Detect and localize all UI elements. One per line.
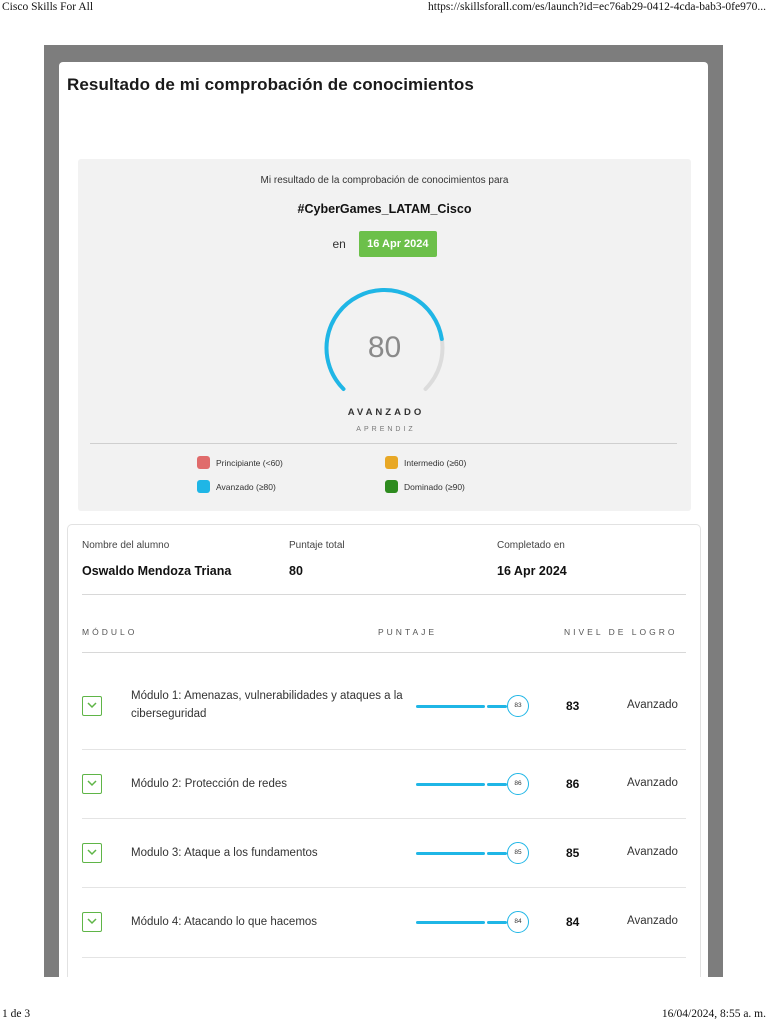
- score-bar-end: [487, 783, 507, 786]
- info-divider: [82, 594, 686, 595]
- module-row: Modulo 3: Ataque a los fundamentos 85 85…: [68, 819, 700, 888]
- legend-swatch-intermedio: [385, 456, 398, 469]
- legend-label: Intermedio (≥60): [404, 458, 467, 468]
- expand-button[interactable]: [82, 843, 102, 863]
- page-title-header: Cisco Skills For All: [2, 1, 94, 13]
- expand-button[interactable]: [82, 774, 102, 794]
- module-level: Avanzado: [627, 846, 678, 858]
- summary-intro: Mi resultado de la comprobación de conoc…: [260, 175, 509, 186]
- module-level: Avanzado: [627, 915, 678, 927]
- score-bar: [416, 921, 485, 924]
- total-score-value: 80: [289, 564, 303, 578]
- level-sublabel: APRENDIZ: [356, 426, 416, 433]
- score-bar-end: [487, 852, 507, 855]
- date-badge: 16 Apr 2024: [359, 231, 437, 257]
- legend-swatch-dominado: [385, 480, 398, 493]
- completed-label: Completado en: [497, 540, 565, 551]
- page-count: 1 de 3: [2, 1008, 31, 1020]
- score-circle: 83: [507, 695, 529, 717]
- print-header: Cisco Skills For All https://skillsforal…: [0, 0, 768, 16]
- expand-button[interactable]: [82, 696, 102, 716]
- score-bar-end: [487, 705, 507, 708]
- score-bar: [416, 783, 485, 786]
- results-panel: Nombre del alumno Oswaldo Mendoza Triana…: [67, 524, 701, 977]
- chevron-down-icon: [87, 849, 97, 856]
- module-score: 86: [566, 777, 580, 791]
- module-name: Módulo 1: Amenazas, vulnerabilidades y a…: [131, 690, 403, 720]
- page-url: https://skillsforall.com/es/launch?id=ec…: [428, 1, 766, 13]
- score-gauge: 80: [317, 283, 452, 403]
- total-score-label: Puntaje total: [289, 540, 345, 551]
- student-label: Nombre del alumno: [82, 540, 170, 551]
- legend-swatch-avanzado: [197, 480, 210, 493]
- module-level: Avanzado: [627, 777, 678, 789]
- row-divider: [82, 957, 686, 958]
- print-footer: 1 de 3 16/04/2024, 8:55 a. m.: [0, 1006, 768, 1024]
- score-circle: 86: [507, 773, 529, 795]
- summary-date-row: en 16 Apr 2024: [78, 231, 691, 257]
- completed-value: 16 Apr 2024: [497, 564, 567, 578]
- score-circle: 84: [507, 911, 529, 933]
- chevron-down-icon: [87, 702, 97, 709]
- legend-label: Avanzado (≥80): [216, 482, 276, 492]
- module-row: Módulo 4: Atacando lo que hacemos 84 84 …: [68, 888, 700, 958]
- course-name: #CyberGames_LATAM_Cisco: [297, 202, 472, 216]
- legend-label: Principiante (<60): [216, 458, 283, 468]
- expand-button[interactable]: [82, 912, 102, 932]
- date-prefix: en: [332, 237, 346, 251]
- module-score: 84: [566, 915, 580, 929]
- module-name: Módulo 4: Atacando lo que hacemos: [131, 916, 318, 928]
- module-score: 83: [566, 699, 580, 713]
- module-name: Modulo 3: Ataque a los fundamentos: [131, 847, 318, 859]
- module-name: Módulo 2: Protección de redes: [131, 778, 287, 790]
- result-summary: Mi resultado de la comprobación de conoc…: [78, 159, 691, 511]
- legend-label: Dominado (≥90): [404, 482, 465, 492]
- chevron-down-icon: [87, 918, 97, 925]
- module-score: 85: [566, 846, 580, 860]
- col-header-level: NIVEL DE LOGRO: [564, 627, 678, 637]
- summary-divider: [90, 443, 677, 444]
- module-row: Módulo 2: Protección de redes 86 86 Avan…: [68, 750, 700, 819]
- module-level: Avanzado: [627, 699, 678, 711]
- legend-swatch-principiante: [197, 456, 210, 469]
- student-name: Oswaldo Mendoza Triana: [82, 564, 232, 578]
- module-row: Módulo 1: Amenazas, vulnerabilidades y a…: [68, 653, 700, 750]
- page-title: Resultado de mi comprobación de conocimi…: [67, 75, 474, 94]
- score-bar: [416, 705, 485, 708]
- col-header-module: MÓDULO: [82, 627, 138, 637]
- print-datetime: 16/04/2024, 8:55 a. m.: [661, 1008, 766, 1020]
- col-header-score: PUNTAJE: [378, 627, 438, 637]
- score-circle: 85: [507, 842, 529, 864]
- score-bar: [416, 852, 485, 855]
- chevron-down-icon: [87, 780, 97, 787]
- level-label: AVANZADO: [347, 407, 425, 418]
- score-value: 80: [367, 331, 402, 364]
- score-bar-end: [487, 921, 507, 924]
